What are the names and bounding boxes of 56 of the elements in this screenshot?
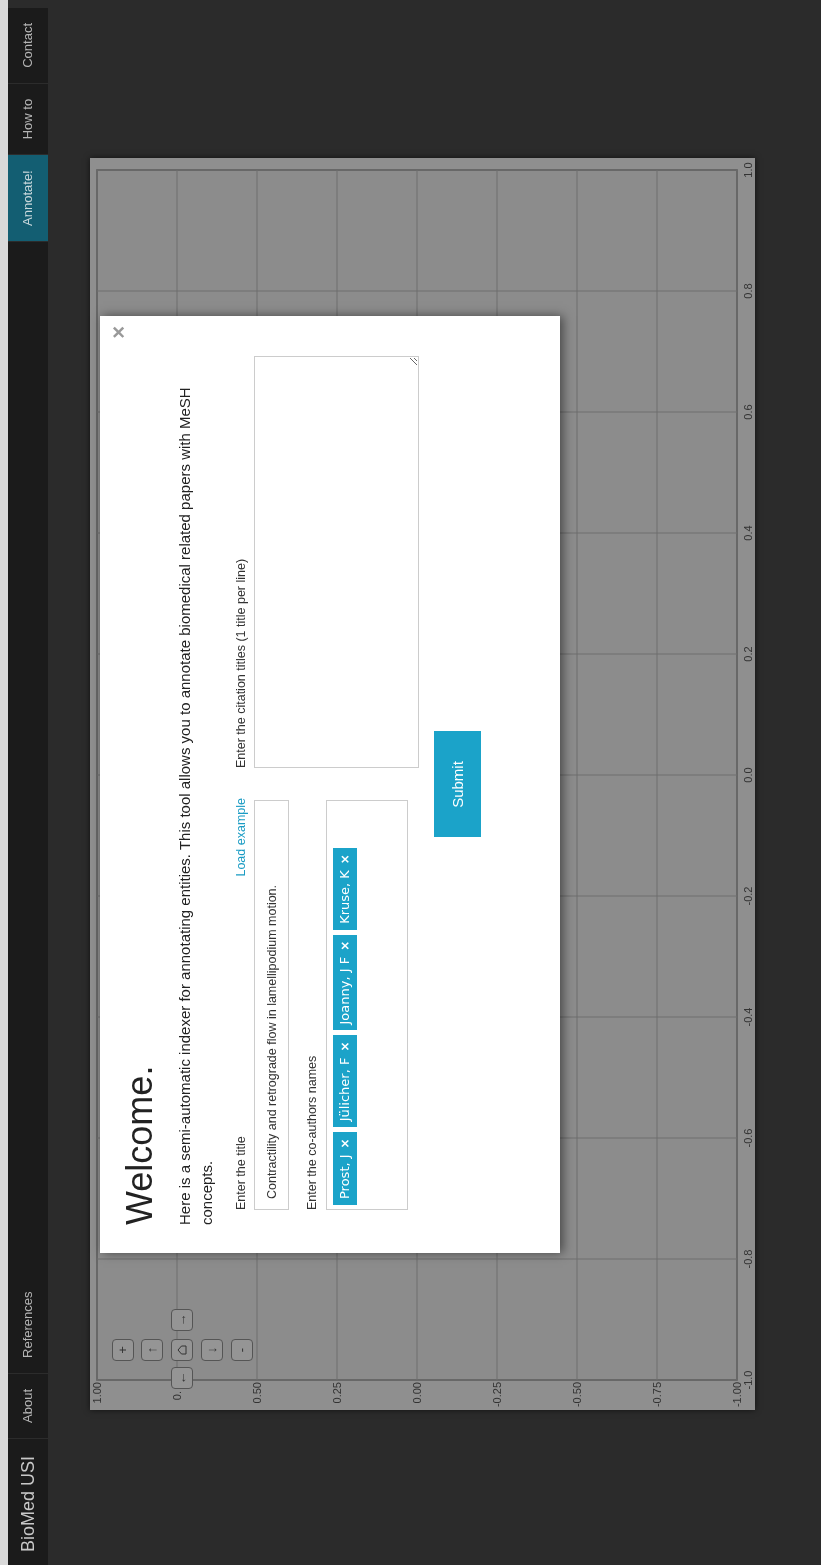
title-input[interactable]: Contractility and retrograde flow in lamellipodium motion. [254,800,290,1210]
intro-text: Here is a semi-automatic indexer for annotating entities. This tool allows you to annotate biomedical related papers with MeSH concepts. [174,386,216,1225]
pan-button[interactable]: → [171,1309,193,1331]
field-label: Enter the citation titles (1 title per line) [232,557,249,768]
axis-label: 0.4 [742,525,754,541]
axis-label: 0.25 [331,1382,343,1404]
tag-label: Kruse, K [336,870,354,924]
load-example-link[interactable]: Load example [231,798,251,877]
axis-label: -0.8 [742,1249,754,1269]
submit-button[interactable]: Submit [434,731,482,838]
axis-label: -1.0 [742,1370,754,1390]
authors-input[interactable]: Prost, J × Jülicher, F × Joanny, J F × Kruse, K × [326,800,409,1210]
remove-tag-button[interactable]: × [336,1138,355,1149]
nav-link[interactable]: Annotate! [8,155,48,242]
axis-label: 0.2 [742,646,754,662]
axis-label: 0.6 [742,404,754,420]
remove-tag-button[interactable]: × [336,940,355,951]
field-label: Enter the title [232,1136,249,1210]
axis-label: -0.2 [742,886,754,906]
close-button[interactable]: × [108,326,130,339]
axis-label: 0. [171,1391,183,1401]
axis-label: -1.00 [731,1382,743,1408]
home-icon [177,1345,187,1355]
field-label: Enter the co-authors names [304,1054,321,1210]
remove-tag-button[interactable]: × [336,854,355,865]
pan-button[interactable]: ← [171,1367,193,1389]
axis-label: -0.4 [742,1007,754,1027]
author-tag[interactable]: Prost, J × [333,1132,358,1205]
author-tag[interactable]: Joanny, J F × [333,934,358,1031]
nav-link[interactable]: About [8,1373,48,1439]
axis-label: 0.50 [251,1382,263,1404]
pan-button[interactable]: ↓ [201,1339,223,1361]
axis-label: -0.75 [651,1382,663,1408]
brand-logo[interactable]: BioMed USI [8,1438,48,1565]
axis-label: 1.00 [91,1382,103,1404]
tag-label: Prost, J [336,1154,354,1199]
tag-label: Jülicher, F [336,1057,354,1122]
pan-button[interactable]: - [231,1339,253,1361]
home-button[interactable] [171,1339,193,1361]
author-tag[interactable]: Kruse, K × [333,848,358,930]
axis-label: 0.00 [411,1382,423,1404]
axis-label: -0.50 [571,1382,583,1408]
pan-button[interactable]: + [112,1339,134,1361]
axis-label: -0.6 [742,1128,754,1148]
axis-label: 0.8 [742,283,754,299]
author-tag[interactable]: Jülicher, F × [333,1035,358,1128]
nav-link[interactable]: Contact [8,8,48,84]
remove-tag-button[interactable]: × [336,1041,355,1052]
nav-link[interactable]: How to [8,83,48,156]
tag-label: Joanny, J F [336,956,354,1025]
axis-label: 1.0 [742,162,754,178]
modal-title: Welcome. [120,1064,160,1225]
pan-button[interactable]: ↑ [141,1339,163,1361]
axis-label: -0.25 [491,1382,503,1408]
axis-label: 0.0 [742,767,754,783]
nav-link[interactable]: References [8,1276,48,1374]
